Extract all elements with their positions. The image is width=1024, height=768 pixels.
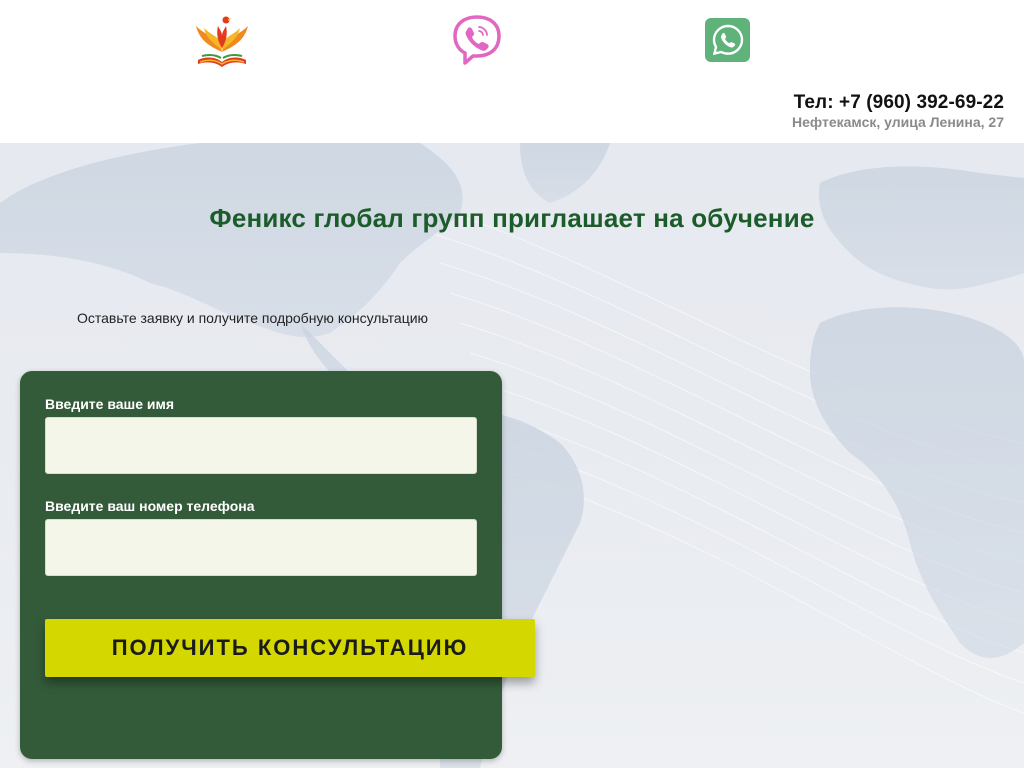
hero-section: Феникс глобал групп приглашает на обучен… [0,143,1024,768]
site-header: Тел: +7 (960) 392-69-22 Нефтекамск, улиц… [0,0,1024,143]
hero-subtext: Оставьте заявку и получите подробную кон… [77,310,429,326]
phone-field-label: Введите ваш номер телефона [45,498,255,514]
phone-number[interactable]: Тел: +7 (960) 392-69-22 [792,92,1004,114]
hero-headline: Феникс глобал групп приглашает на обучен… [209,203,815,233]
phone-input[interactable] [45,519,477,576]
get-consultation-button[interactable]: ПОЛУЧИТЬ КОНСУЛЬТАЦИЮ [45,619,535,677]
viber-icon[interactable] [451,14,503,66]
name-field-label: Введите ваше имя [45,396,175,412]
contact-block: Тел: +7 (960) 392-69-22 Нефтекамск, улиц… [792,92,1004,130]
consultation-form: Введите ваше имя Введите ваш номер телеф… [20,371,535,759]
name-input[interactable] [45,417,477,474]
address-text: Нефтекамск, улица Ленина, 27 [792,114,1004,130]
whatsapp-icon[interactable] [705,18,750,62]
phoenix-logo-icon[interactable] [192,12,252,72]
